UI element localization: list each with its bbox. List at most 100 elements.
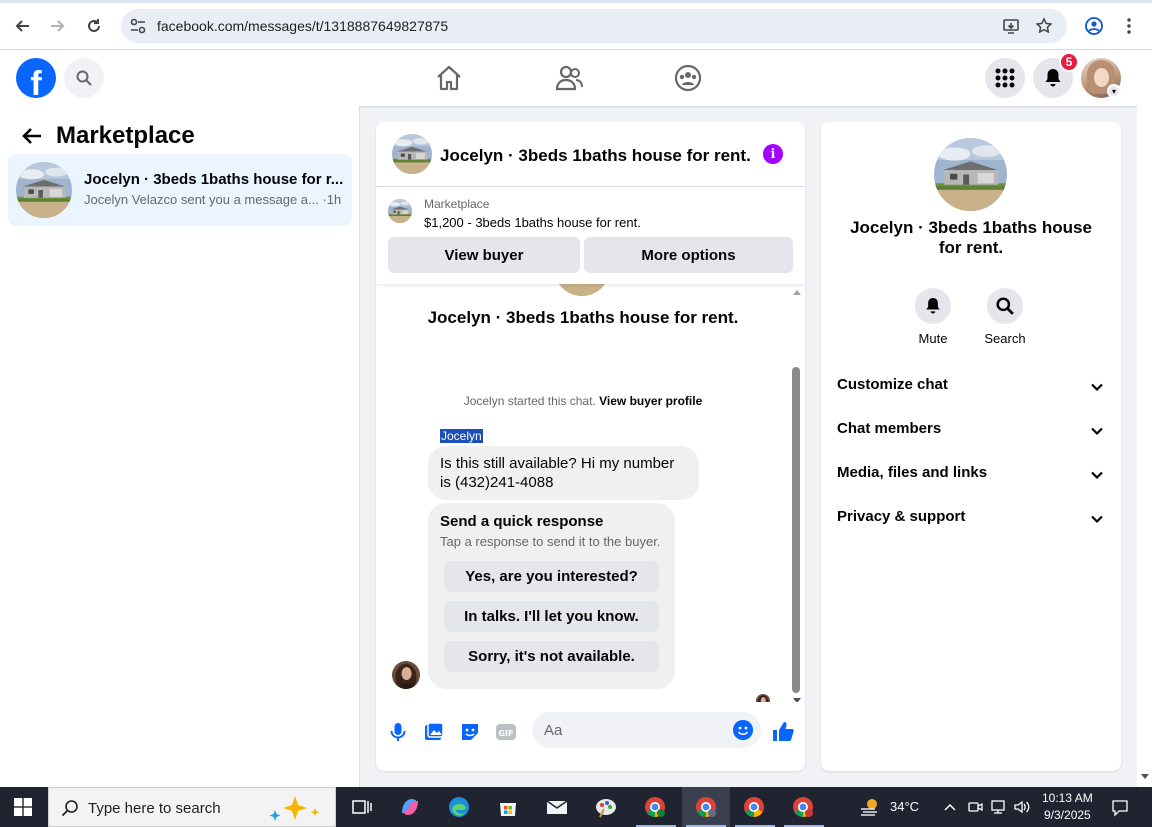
page-scroll-down-arrow[interactable]	[1141, 774, 1149, 779]
quick-reply-yes-button[interactable]: Yes, are you interested?	[444, 561, 659, 592]
media-files-links-row[interactable]: Media, files and links	[837, 464, 1105, 488]
details-listing-photo[interactable]	[934, 138, 1007, 211]
profile-icon[interactable]	[1085, 17, 1103, 35]
back-arrow-icon[interactable]	[20, 124, 44, 148]
conversation-thumbnail[interactable]	[392, 134, 432, 174]
thread-title: Jocelyn · 3beds 1baths house for rent.	[427, 308, 739, 327]
weather-temperature[interactable]: 34°C	[890, 799, 919, 814]
chrome-profile-icon-2[interactable]	[742, 795, 766, 819]
page-scrollbar[interactable]	[1137, 106, 1152, 787]
sender-avatar[interactable]	[392, 661, 420, 689]
message-bubble[interactable]: Is this still available? Hi my number is…	[428, 446, 699, 500]
back-icon[interactable]	[10, 14, 34, 38]
chrome-profile-icon[interactable]	[643, 795, 667, 819]
windows-start-icon[interactable]	[14, 798, 32, 816]
task-view-icon[interactable]	[350, 795, 374, 819]
clock-date[interactable]: 9/3/2025	[1044, 808, 1091, 822]
edge-icon[interactable]	[447, 795, 471, 819]
conversation-title[interactable]: Jocelyn · 3beds 1baths house for rent.	[440, 146, 751, 166]
volume-icon[interactable]	[1013, 799, 1031, 815]
photo-icon[interactable]	[422, 720, 446, 744]
thread-scrollbar[interactable]	[790, 284, 802, 702]
privacy-support-label: Privacy & support	[837, 508, 966, 525]
scroll-up-arrow[interactable]	[793, 290, 801, 295]
view-buyer-profile-link[interactable]: View buyer profile	[599, 394, 702, 408]
forward-icon[interactable]	[46, 14, 70, 38]
clock-time[interactable]: 10:13 AM	[1042, 791, 1093, 805]
facebook-logo-icon[interactable]: f	[16, 58, 56, 98]
bell-icon	[1045, 69, 1061, 87]
emoji-icon[interactable]	[733, 720, 753, 740]
account-chevron-down-icon[interactable]: ▾	[1107, 84, 1121, 98]
browser-menu-icon[interactable]	[1125, 17, 1133, 35]
microphone-icon[interactable]	[386, 720, 410, 744]
mute-button[interactable]: Mute	[903, 288, 963, 346]
chrome-active-icon[interactable]	[694, 795, 718, 819]
home-icon[interactable]	[435, 64, 463, 92]
sticker-icon[interactable]	[458, 720, 482, 744]
site-info-icon[interactable]	[129, 17, 147, 35]
view-buyer-button[interactable]: View buyer	[388, 237, 580, 273]
listing-price-title[interactable]: $1,200 - 3beds 1baths house for rent.	[424, 215, 641, 230]
info-icon[interactable]: i	[763, 144, 783, 164]
quick-reply-in-talks-button[interactable]: In talks. I'll let you know.	[444, 601, 659, 632]
mail-icon[interactable]	[545, 795, 569, 819]
search-button[interactable]	[64, 58, 104, 98]
address-bar[interactable]: facebook.com/messages/t/1318887649827875	[121, 9, 1067, 43]
facebook-header: f 5	[0, 50, 1152, 106]
chat-list-item[interactable]: Jocelyn · 3beds 1baths house for r... Jo…	[8, 154, 352, 226]
copilot-icon[interactable]	[398, 795, 422, 819]
tab-strip-edge	[0, 0, 1152, 3]
friends-icon[interactable]	[555, 64, 583, 92]
groups-icon[interactable]	[674, 64, 702, 92]
chat-start-text: Jocelyn started this chat.	[463, 394, 596, 408]
thread-listing-avatar	[554, 284, 610, 296]
paint-app-icon[interactable]	[594, 795, 618, 819]
search-icon	[76, 70, 92, 86]
search-in-chat-button[interactable]: Search	[975, 288, 1035, 346]
meet-now-icon[interactable]	[967, 799, 983, 815]
privacy-support-row[interactable]: Privacy & support	[837, 508, 1105, 532]
chat-members-row[interactable]: Chat members	[837, 420, 1105, 444]
chats-sidebar: Marketplace Jocelyn · 3beds 1baths house…	[0, 106, 360, 787]
notification-badge: 5	[1059, 52, 1079, 72]
chat-item-title: Jocelyn · 3beds 1baths house for r...	[84, 171, 344, 188]
install-app-icon[interactable]	[1002, 17, 1020, 35]
details-title: Jocelyn · 3beds 1baths house for rent.	[850, 218, 1092, 257]
quick-reply-not-available-button[interactable]: Sorry, it's not available.	[444, 641, 659, 672]
menu-button[interactable]	[985, 58, 1025, 98]
chat-start-notice: Jocelyn started this chat. View buyer pr…	[376, 394, 790, 408]
network-icon[interactable]	[990, 799, 1008, 815]
chevron-up-icon[interactable]	[943, 800, 957, 814]
more-options-button[interactable]: More options	[584, 237, 793, 273]
chevron-down-icon	[1091, 383, 1103, 392]
chevron-down-icon	[1091, 427, 1103, 436]
mute-label: Mute	[918, 331, 948, 346]
quick-response-title: Send a quick response	[440, 513, 604, 530]
seen-receipt-avatar	[756, 694, 770, 702]
scroll-thumb[interactable]	[792, 367, 800, 693]
bell-icon	[926, 298, 940, 314]
url-text[interactable]: facebook.com/messages/t/1318887649827875	[157, 18, 448, 34]
marketplace-listing-bar: Marketplace $1,200 - 3beds 1baths house …	[376, 187, 805, 284]
weather-icon[interactable]	[858, 795, 882, 819]
message-composer: GIF Aa	[376, 712, 805, 771]
bookmark-star-icon[interactable]	[1035, 17, 1053, 35]
conversation-panel: Jocelyn · 3beds 1baths house for rent. i…	[376, 122, 805, 771]
microsoft-store-icon[interactable]	[496, 795, 520, 819]
customize-chat-row[interactable]: Customize chat	[837, 376, 1105, 400]
gif-icon[interactable]: GIF	[494, 720, 518, 744]
chevron-down-icon	[1091, 471, 1103, 480]
message-input-placeholder: Aa	[544, 722, 563, 739]
media-files-links-label: Media, files and links	[837, 464, 988, 481]
search-icon	[61, 800, 78, 817]
reload-icon[interactable]	[82, 14, 106, 38]
listing-mini-thumbnail	[388, 199, 412, 223]
message-input[interactable]: Aa	[532, 712, 761, 748]
thumbs-up-icon[interactable]	[771, 720, 795, 744]
taskbar-search-box[interactable]: Type here to search	[48, 787, 336, 827]
notification-center-icon[interactable]	[1111, 799, 1129, 817]
chevron-down-icon	[1091, 515, 1103, 524]
chrome-profile-icon-3[interactable]	[791, 795, 815, 819]
scroll-down-arrow[interactable]	[793, 698, 801, 702]
